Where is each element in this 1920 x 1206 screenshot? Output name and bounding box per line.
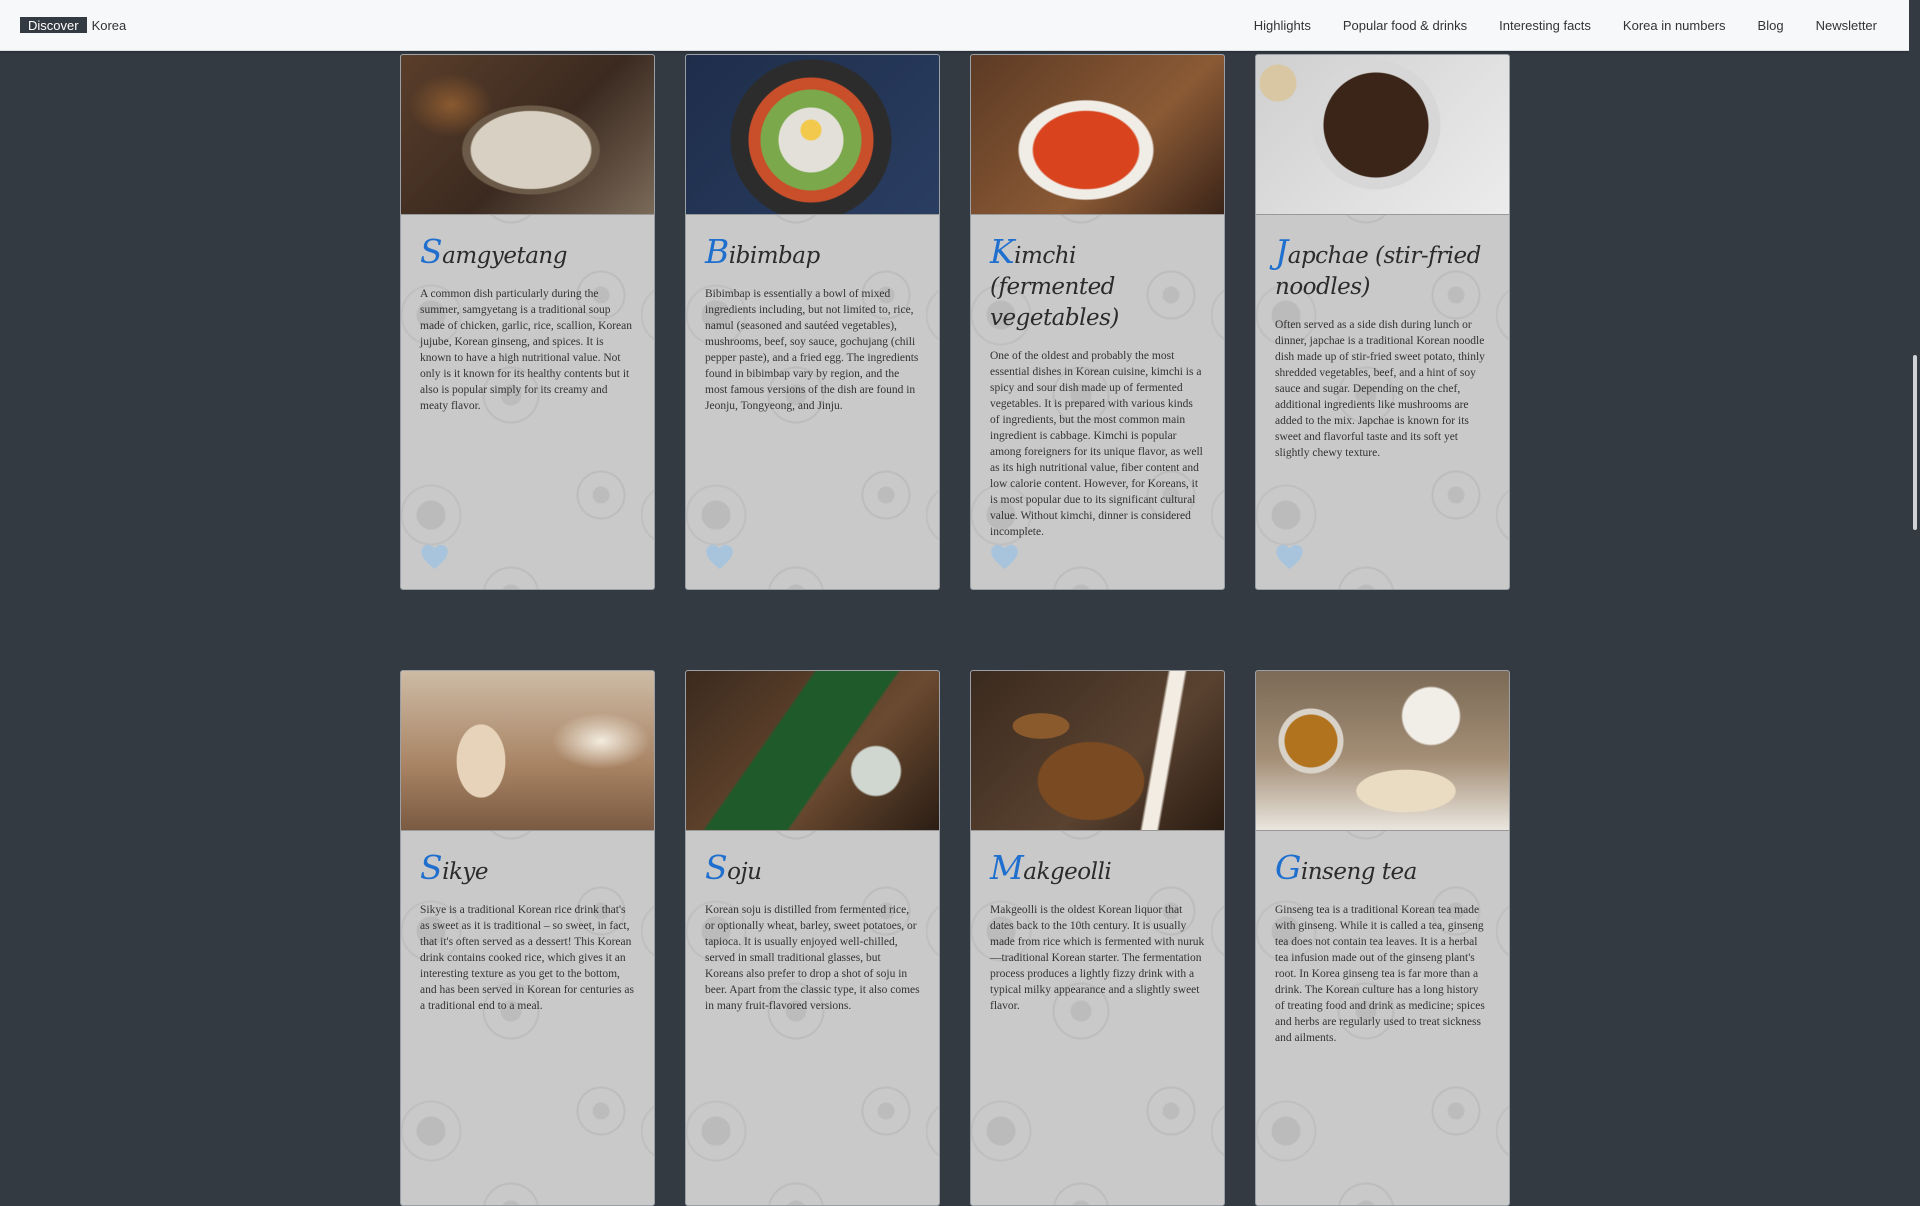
drink-image-soju: [686, 671, 939, 831]
drink-card-sikye: Sikye Sikye is a traditional Korean rice…: [400, 670, 655, 1206]
nav-links: Highlights Popular food & drinks Interes…: [1222, 18, 1877, 33]
drink-image-ginseng-tea: [1256, 671, 1509, 831]
drink-card-ginseng-tea: Ginseng tea Ginseng tea is a traditional…: [1255, 670, 1510, 1206]
drink-card-makgeolli: Makgeolli Makgeolli is the oldest Korean…: [970, 670, 1225, 1206]
food-image-samgyetang: [401, 55, 654, 215]
card-description: Korean soju is distilled from fermented …: [705, 904, 920, 1012]
drink-image-makgeolli: [971, 671, 1224, 831]
brand-logo[interactable]: Discover Korea: [20, 17, 126, 33]
food-card-samgyetang: Samgyetang A common dish particularly du…: [400, 54, 655, 590]
card-description: Often served as a side dish during lunch…: [1275, 319, 1485, 459]
scrollbar-thumb[interactable]: [1913, 355, 1917, 530]
drink-image-sikye: [401, 671, 654, 831]
food-card-bibimbap: Bibimbap Bibimbap is essentially a bowl …: [685, 54, 940, 590]
food-card-kimchi: Kimchi (fermented vegetables) One of the…: [970, 54, 1225, 590]
food-image-kimchi: [971, 55, 1224, 215]
heart-icon[interactable]: [420, 543, 449, 571]
nav-link-korea-in-numbers[interactable]: Korea in numbers: [1623, 18, 1726, 33]
food-card-japchae: Japchae (stir-fried noodles) Often serve…: [1255, 54, 1510, 590]
nav-link-blog[interactable]: Blog: [1758, 18, 1784, 33]
card-title: Samgyetang: [420, 232, 567, 271]
page-scrollbar[interactable]: [1909, 0, 1920, 1080]
card-description: Makgeolli is the oldest Korean liquor th…: [990, 904, 1205, 1012]
food-image-japchae: [1256, 55, 1509, 215]
brand-korea: Korea: [91, 17, 127, 33]
card-description: Ginseng tea is a traditional Korean tea …: [1275, 904, 1485, 1044]
card-description: Bibimbap is essentially a bowl of mixed …: [705, 288, 919, 412]
card-title: Soju: [705, 848, 762, 887]
heart-icon[interactable]: [705, 543, 734, 571]
drink-card-soju: Soju Korean soju is distilled from ferme…: [685, 670, 940, 1206]
card-title: Makgeolli: [990, 848, 1112, 887]
card-title: Ginseng tea: [1275, 848, 1417, 887]
card-title: Kimchi (fermented vegetables): [990, 232, 1119, 331]
nav-link-newsletter[interactable]: Newsletter: [1816, 18, 1877, 33]
brand-discover: Discover: [20, 17, 87, 33]
card-description: Sikye is a traditional Korean rice drink…: [420, 904, 634, 1012]
nav-link-popular-food-drinks[interactable]: Popular food & drinks: [1343, 18, 1467, 33]
heart-icon[interactable]: [1275, 543, 1304, 571]
card-title: Japchae (stir-fried noodles): [1275, 232, 1481, 300]
food-image-bibimbap: [686, 55, 939, 215]
card-description: One of the oldest and probably the most …: [990, 350, 1203, 538]
nav-link-highlights[interactable]: Highlights: [1254, 18, 1311, 33]
card-title: Sikye: [420, 848, 489, 887]
top-navbar: Discover Korea Highlights Popular food &…: [0, 0, 1909, 51]
card-description: A common dish particularly during the su…: [420, 288, 633, 412]
card-title: Bibimbap: [705, 232, 820, 271]
nav-link-interesting-facts[interactable]: Interesting facts: [1499, 18, 1591, 33]
heart-icon[interactable]: [990, 543, 1019, 571]
